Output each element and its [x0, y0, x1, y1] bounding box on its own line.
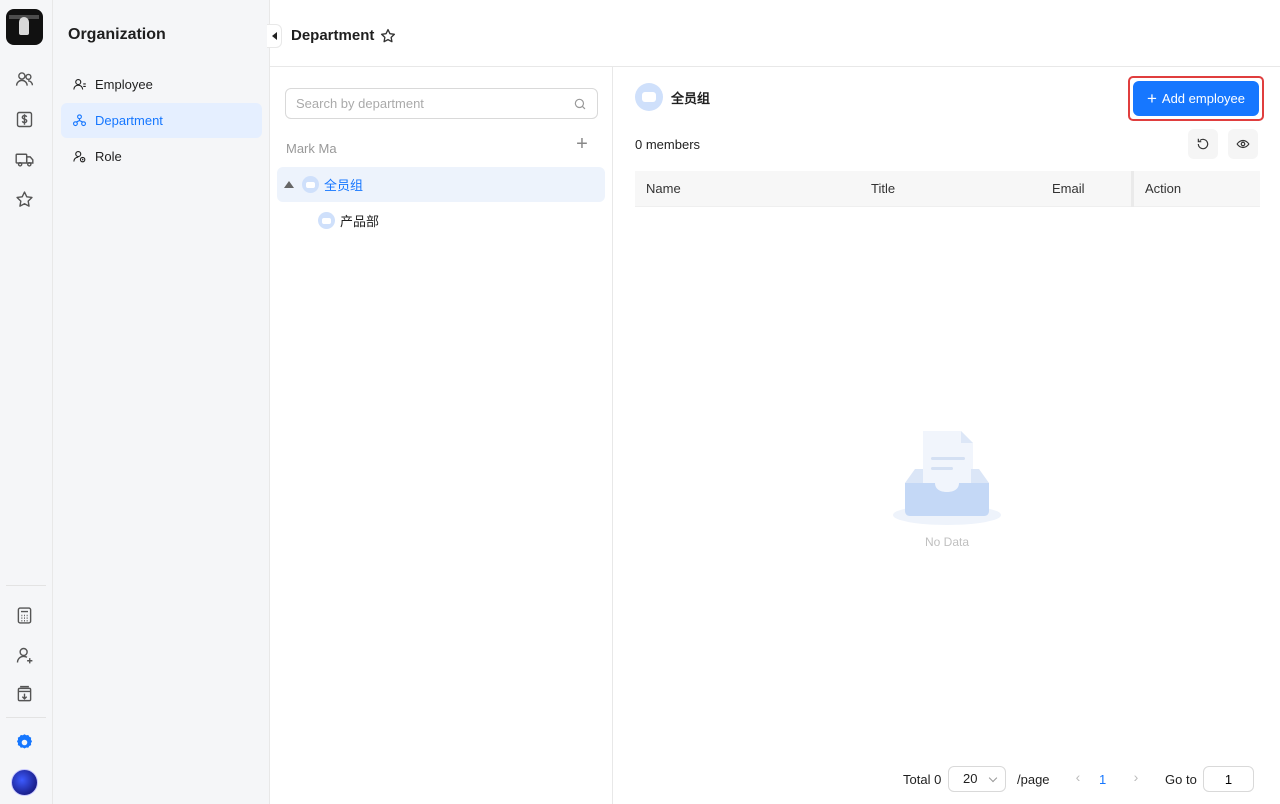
plus-icon: + [1146, 89, 1157, 108]
favorites-icon[interactable] [11, 186, 37, 212]
page-header: Department [270, 0, 1280, 67]
department-icon [302, 176, 319, 193]
nav-item-department[interactable]: Department [61, 103, 262, 138]
nav-title: Organization [68, 26, 166, 43]
column-action: Action [1145, 181, 1182, 196]
column-email[interactable]: Email [1052, 171, 1085, 207]
export-icon[interactable] [11, 681, 37, 707]
contacts-icon[interactable] [11, 66, 37, 92]
nav-item-employee[interactable]: Employee [61, 67, 262, 102]
department-header: 全员组 [635, 83, 710, 111]
page-title: Department [291, 27, 375, 44]
nav-item-role[interactable]: Role [61, 139, 262, 174]
prev-page-icon[interactable]: ‹ [1069, 769, 1087, 789]
column-title[interactable]: Title [871, 171, 895, 207]
rail-divider [6, 717, 46, 718]
next-page-icon[interactable]: › [1127, 769, 1145, 789]
delivery-icon[interactable] [11, 146, 37, 172]
empty-text: No Data [924, 535, 970, 549]
secondary-nav: Organization Employee Department Role [53, 0, 270, 804]
collapse-sidebar-button[interactable] [267, 24, 282, 48]
rail-divider [6, 585, 46, 586]
organization-name: Mark Ma [286, 141, 337, 156]
department-search [285, 88, 598, 119]
refresh-button[interactable] [1188, 129, 1218, 159]
app-root: Organization Employee Department Role De… [0, 0, 1280, 804]
column-divider [1131, 171, 1134, 207]
column-visibility-button[interactable] [1228, 129, 1258, 159]
goto-label: Go to [1165, 772, 1197, 787]
total-count: Total 0 [903, 772, 942, 787]
add-employee-label: Add employee [1161, 91, 1246, 106]
role-icon [73, 150, 86, 163]
favorite-star-icon[interactable] [379, 27, 397, 45]
nav-item-label: Role [95, 149, 122, 164]
tree-node-all-staff[interactable]: 全员组 [277, 167, 605, 202]
tree-node-product[interactable]: 产品部 [277, 203, 605, 238]
department-avatar-icon [635, 83, 663, 111]
department-name: 全员组 [671, 90, 711, 106]
page-size-select[interactable]: 20 [948, 766, 1006, 792]
current-page[interactable]: 1 [1099, 772, 1106, 787]
left-rail [0, 0, 53, 804]
billing-icon[interactable] [11, 106, 37, 132]
calculator-icon[interactable] [11, 602, 37, 628]
per-page-label: /page [1017, 772, 1050, 787]
department-icon [318, 212, 335, 229]
goto-page-input[interactable] [1203, 766, 1254, 792]
department-icon [73, 114, 86, 127]
eye-icon [1236, 139, 1250, 149]
refresh-icon [1197, 138, 1209, 150]
table-header: Name Title Email Action [635, 171, 1260, 207]
employee-icon [73, 78, 86, 90]
add-employee-highlight: + Add employee [1128, 76, 1264, 121]
tree-node-label: 产品部 [340, 214, 380, 229]
empty-state: No Data [891, 427, 1003, 549]
tree-node-label: 全员组 [324, 178, 364, 193]
column-name[interactable]: Name [646, 171, 681, 207]
nav-item-label: Department [95, 113, 163, 128]
department-tree-panel: Mark Ma + 全员组 产品部 [270, 67, 613, 804]
settings-icon[interactable] [11, 729, 37, 755]
nav-item-label: Employee [95, 77, 153, 92]
app-logo[interactable] [6, 9, 43, 45]
add-employee-button[interactable]: + Add employee [1133, 81, 1259, 116]
pagination: Total 0 20 /page ‹ 1 › Go to [903, 766, 1273, 792]
department-detail: 全员组 + Add employee 0 members Name Title … [613, 67, 1280, 804]
search-icon[interactable] [573, 97, 587, 111]
user-avatar[interactable] [11, 769, 38, 796]
department-search-input[interactable] [296, 96, 573, 111]
add-department-icon[interactable]: + [573, 134, 591, 154]
expand-caret-icon[interactable] [284, 181, 294, 188]
user-add-icon[interactable] [11, 642, 37, 668]
member-count: 0 members [635, 137, 701, 152]
empty-inbox-icon [893, 431, 1001, 525]
